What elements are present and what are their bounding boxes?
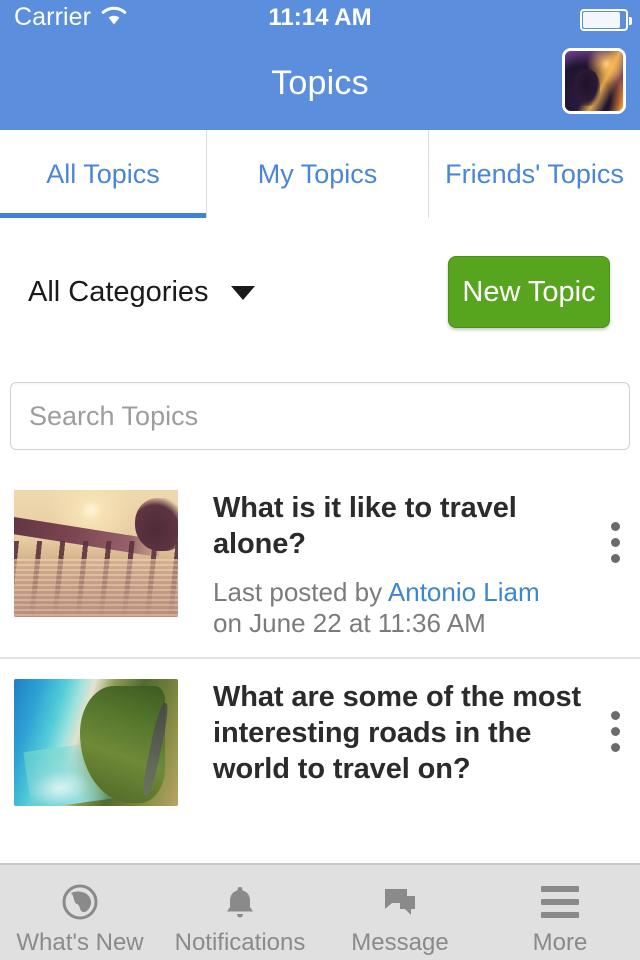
bottom-nav-label: More [532,929,588,956]
battery-fill [583,12,620,28]
hamburger-line [541,899,579,905]
tab-friends-topics[interactable]: Friends' Topics [429,130,640,218]
coastal-road-photo [14,678,178,806]
navigation-bar: Topics [0,38,640,130]
search-input[interactable] [10,382,630,450]
bottom-nav-label: What's New [16,929,144,956]
topic-author-link[interactable]: Antonio Liam [388,577,540,607]
pier-at-sunset-photo [14,490,178,617]
topic-title: What are some of the most interesting ro… [213,680,582,786]
kebab-dot [610,742,620,752]
hamburger-menu-icon [541,879,579,925]
topic-content: What is it like to travel alone? Last po… [178,490,640,639]
topic-tab-bar: All Topics My Topics Friends' Topics [0,130,640,220]
hamburger-lines [541,886,579,918]
tab-all-topics-label: All Topics [46,158,160,189]
filter-row: All Categories New Topic [0,218,640,370]
kebab-menu-icon[interactable] [602,522,628,563]
topic-meta-prefix: Last posted by [213,576,388,607]
tab-friends-topics-label: Friends' Topics [445,158,624,189]
bottom-nav-item-more[interactable]: More [480,865,640,960]
pier-water-detail [14,558,178,617]
topic-meta-timestamp: on June 22 at 11:36 AM [213,607,486,638]
tab-all-topics[interactable]: All Topics [0,130,207,220]
search-bar [10,382,630,450]
chat-bubbles-icon [378,879,422,925]
app-root: Carrier 11:14 AM Topics All Topics My To… [0,0,640,960]
tab-my-topics-label: My Topics [257,158,378,189]
category-dropdown[interactable]: All Categories [28,276,255,309]
table-row[interactable]: What are some of the most interesting ro… [0,656,640,824]
bottom-nav-label: Message [351,929,449,956]
bell-icon [218,879,262,925]
category-dropdown-label: All Categories [28,276,209,308]
kebab-dot [610,522,620,531]
status-bar: Carrier 11:14 AM [0,0,640,38]
bottom-nav-label: Notifications [174,929,306,956]
bottom-navigation-bar: What's New Notifications Message More [0,863,640,960]
topic-content: What are some of the most interesting ro… [178,679,640,806]
battery-icon [580,9,632,31]
topic-thumbnail [14,678,178,806]
topic-title: What is it like to travel alone? [213,492,517,561]
kebab-dot [610,726,620,736]
avatar[interactable] [562,48,626,114]
new-topic-button[interactable]: New Topic [448,256,610,328]
kebab-dot [610,710,620,720]
kebab-menu-icon[interactable] [602,710,628,752]
topic-meta: Last posted by Antonio Liam on June 22 a… [213,577,584,639]
chevron-down-icon [230,285,255,300]
hamburger-line [541,912,579,918]
table-row[interactable]: What is it like to travel alone? Last po… [0,470,640,657]
kebab-dot [610,538,620,547]
kebab-dot [610,554,620,563]
topic-list: What is it like to travel alone? Last po… [0,470,640,863]
topic-thumbnail [14,490,178,617]
coastal-road-detail [140,701,172,796]
status-bar-time: 11:14 AM [268,4,372,31]
page-title: Topics [271,64,369,102]
bottom-nav-item-message[interactable]: Message [320,865,480,960]
globe-icon [58,879,102,925]
hamburger-line [541,886,579,892]
avatar-image [565,51,623,111]
bottom-nav-item-notifications[interactable]: Notifications [160,865,320,960]
tab-my-topics[interactable]: My Topics [207,130,429,218]
bottom-nav-item-whats-new[interactable]: What's New [0,865,160,960]
